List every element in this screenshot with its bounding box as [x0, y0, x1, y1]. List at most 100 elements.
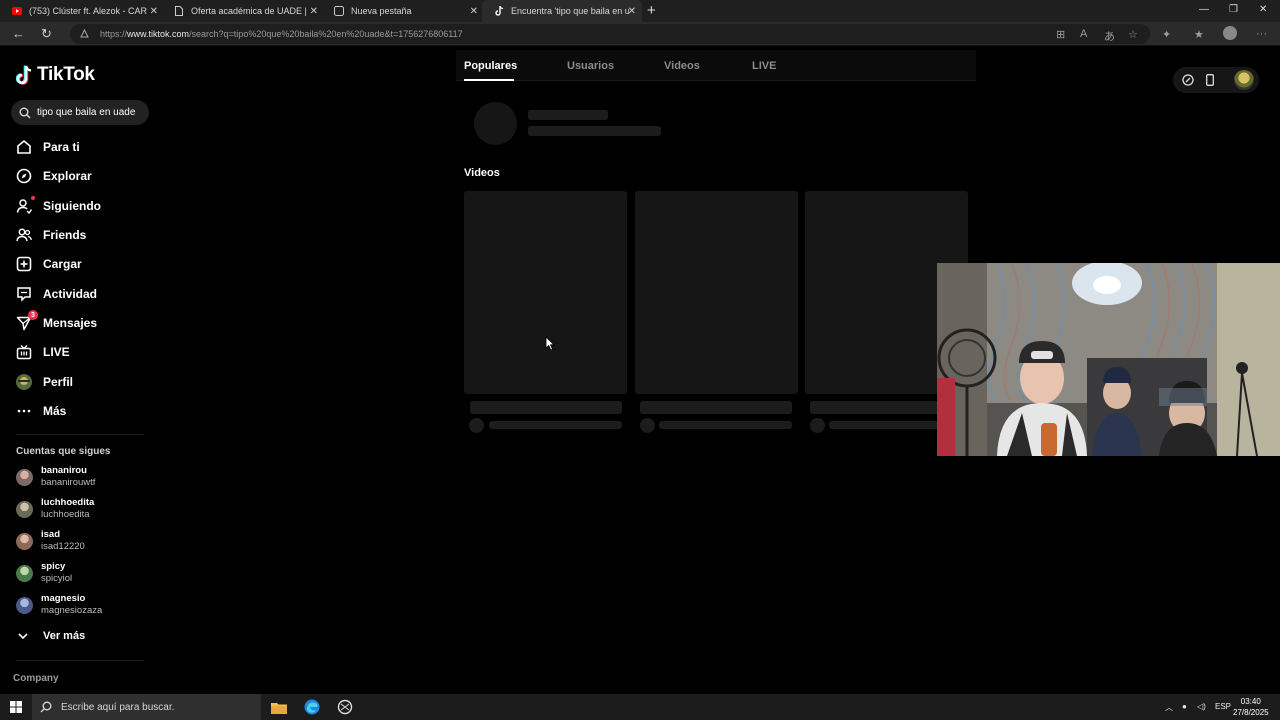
minimize-icon[interactable]: —: [1199, 4, 1209, 15]
search-tabs: Populares Usuarios Videos LIVE: [456, 50, 976, 81]
translate-icon[interactable]: あ: [1104, 28, 1115, 44]
sidebar-item-explorar[interactable]: Explorar: [16, 165, 92, 187]
followed-account[interactable]: spicy spicyiol: [16, 561, 156, 587]
sidebar-item-label: Actividad: [43, 287, 98, 301]
sidebar-item-cargar[interactable]: Cargar: [16, 253, 82, 275]
company-link[interactable]: Company: [13, 673, 59, 684]
windows-start-icon[interactable]: [6, 697, 26, 717]
mobile-app-icon[interactable]: [1203, 73, 1217, 87]
sidebar-item-friends[interactable]: Friends: [16, 224, 86, 246]
tiktok-logo[interactable]: TikTok: [16, 64, 95, 86]
video-card-skeleton[interactable]: [635, 191, 798, 394]
youtube-icon: [12, 6, 22, 16]
tab-title: Encuentra 'tipo que baila en uade': [511, 6, 629, 16]
microphone-icon[interactable]: ●: [1182, 702, 1187, 711]
videos-section-title: Videos: [464, 167, 500, 179]
reload-icon[interactable]: ↻: [41, 26, 52, 42]
following-icon: [16, 196, 35, 214]
sidebar-item-mas[interactable]: Más: [16, 400, 66, 422]
settings-more-icon[interactable]: ···: [1256, 28, 1267, 40]
clock[interactable]: 03:40 27/8/2025: [1233, 696, 1269, 718]
url-field[interactable]: https://www.tiktok.com/search?q=tipo%20q…: [70, 24, 1150, 44]
sidebar-item-label: Más: [43, 404, 67, 418]
video-skeleton-line: [829, 421, 940, 429]
taskbar-search[interactable]: Escribe aquí para buscar.: [32, 694, 261, 720]
followed-account[interactable]: bananirou bananirouwtf: [16, 465, 156, 491]
search-icon[interactable]: [19, 107, 31, 119]
sidebar-item-label: Friends: [43, 228, 87, 242]
file-explorer-icon[interactable]: [269, 697, 289, 717]
search-input[interactable]: [37, 107, 147, 118]
account-username: luchhoedita: [41, 509, 90, 520]
language-indicator[interactable]: ESP: [1215, 702, 1231, 711]
back-icon[interactable]: ←: [12, 26, 25, 41]
sidebar-item-actividad[interactable]: Actividad: [16, 283, 97, 305]
favorite-add-icon[interactable]: ☆: [1128, 28, 1138, 41]
browser-tab-new[interactable]: Nueva pestaña ✕: [322, 0, 484, 22]
account-name: bananirou: [41, 465, 87, 476]
followed-account[interactable]: isad isad12220: [16, 529, 156, 555]
site-info-icon[interactable]: [80, 29, 89, 38]
video-skeleton-avatar: [469, 418, 484, 433]
coin-icon[interactable]: [1181, 73, 1195, 87]
divider: [16, 434, 144, 435]
browser-tab-youtube[interactable]: (753) Clúster ft. Alezok - CARGO ✕: [0, 0, 164, 22]
messages-icon: 3: [16, 310, 38, 331]
sidebar-item-label: Explorar: [43, 169, 92, 183]
new-tab-icon[interactable]: +: [647, 2, 656, 19]
tab-live[interactable]: LIVE: [752, 60, 776, 72]
browser-tab-tiktok[interactable]: Encuentra 'tipo que baila en uade' ✕: [482, 0, 642, 22]
webcam-scene: [937, 263, 1280, 456]
sidebar-item-label: Perfil: [43, 375, 74, 389]
close-tab-icon[interactable]: ✕: [470, 6, 478, 17]
favorites-icon[interactable]: ★: [1194, 28, 1204, 41]
sidebar-item-live[interactable]: LIVE: [16, 341, 70, 363]
sidebar-item-label: Para ti: [43, 140, 80, 154]
read-aloud-icon[interactable]: A: [1080, 28, 1087, 40]
browser-tab-uade[interactable]: Oferta académica de UADE | UADE ✕: [162, 0, 324, 22]
friends-icon: [16, 227, 32, 243]
tray-chevron-up-icon[interactable]: ︿: [1165, 702, 1173, 713]
account-name: magnesio: [41, 593, 86, 604]
close-tab-icon[interactable]: ✕: [310, 6, 318, 17]
followed-account[interactable]: luchhoedita luchhoedita: [16, 497, 156, 523]
see-more-button[interactable]: Ver más: [17, 630, 85, 642]
user-skeleton-avatar: [474, 102, 517, 145]
volume-icon[interactable]: ◁): [1197, 702, 1206, 711]
taskbar-search-placeholder: Escribe aquí para buscar.: [61, 701, 175, 713]
sidebar-item-perfil[interactable]: Perfil: [16, 371, 73, 393]
account-username: spicyiol: [41, 573, 73, 584]
tiktok-logo-icon: [16, 65, 32, 85]
search-box[interactable]: [11, 100, 149, 125]
close-tab-icon[interactable]: ✕: [150, 6, 158, 17]
account-name: isad: [41, 529, 61, 540]
followed-account[interactable]: magnesio magnesiozaza: [16, 593, 156, 619]
close-tab-icon[interactable]: ✕: [628, 6, 636, 17]
restore-icon[interactable]: ❐: [1229, 4, 1238, 15]
tab-videos[interactable]: Videos: [664, 60, 700, 72]
app-icon[interactable]: [335, 697, 355, 717]
account-username: bananirouwtf: [41, 477, 96, 488]
edge-browser-icon[interactable]: [302, 697, 322, 717]
chevron-down-icon: [18, 633, 28, 640]
avatar: [16, 597, 33, 614]
user-skeleton-line: [528, 110, 608, 120]
video-card-skeleton[interactable]: [464, 191, 627, 394]
avatar: [16, 565, 33, 582]
sidebar-item-para-ti[interactable]: Para ti: [16, 136, 80, 158]
user-avatar[interactable]: [1234, 70, 1254, 90]
video-skeleton-title: [470, 401, 622, 414]
sidebar-item-mensajes[interactable]: 3 Mensajes: [16, 310, 97, 334]
tab-title: (753) Clúster ft. Alezok - CARGO: [29, 6, 147, 16]
tab-usuarios[interactable]: Usuarios: [567, 60, 614, 72]
app-available-icon[interactable]: ⊞: [1056, 28, 1065, 41]
live-icon: [16, 344, 32, 360]
video-skeleton-line: [659, 421, 792, 429]
profile-icon[interactable]: [1223, 26, 1237, 40]
extensions-icon[interactable]: ✦: [1162, 28, 1171, 41]
tab-title: Oferta académica de UADE | UADE: [191, 6, 309, 16]
sidebar-item-siguiendo[interactable]: Siguiendo: [16, 195, 101, 217]
tab-populares[interactable]: Populares: [464, 60, 517, 72]
windows-taskbar: Escribe aquí para buscar. ︿ ● ◁) ESP 03:…: [0, 694, 1280, 720]
window-close-icon[interactable]: ✕: [1259, 4, 1267, 15]
